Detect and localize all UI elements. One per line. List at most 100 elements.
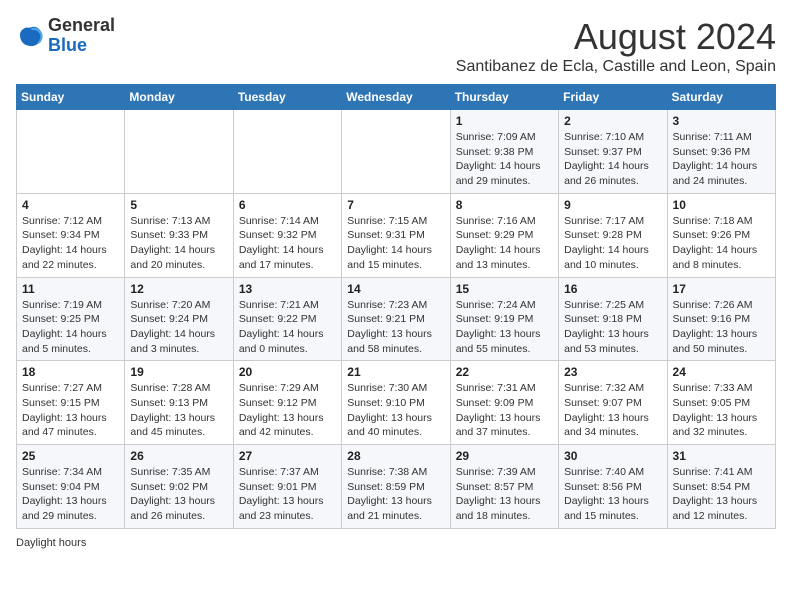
day-info: Sunrise: 7:17 AM Sunset: 9:28 PM Dayligh… (564, 214, 661, 273)
day-number: 15 (456, 282, 553, 296)
calendar-week-row: 18Sunrise: 7:27 AM Sunset: 9:15 PM Dayli… (17, 361, 776, 445)
logo-blue-text: Blue (48, 36, 115, 56)
calendar-week-row: 11 Sunrise: 7:19 AM Sunset: 9:25 PM Dayli… (17, 277, 776, 361)
day-number: 29 (456, 449, 553, 463)
day-number: 26 (130, 449, 227, 463)
day-number: 23 (564, 365, 661, 379)
calendar-cell (125, 110, 233, 194)
day-info: Sunrise: 7:23 AM Sunset: 9:21 PM Dayligh… (347, 298, 444, 357)
logo-general-text: General (48, 16, 115, 36)
day-info: Sunrise: 7:25 AM Sunset: 9:18 PM Dayligh… (564, 298, 661, 357)
calendar-cell: 27Sunrise: 7:37 AM Sunset: 9:01 PM Dayli… (233, 445, 341, 529)
day-info: Sunrise: 7:30 AM Sunset: 9:10 PM Dayligh… (347, 381, 444, 440)
calendar-cell: 22 Sunrise: 7:31 AM Sunset: 9:09 PM Dayli… (450, 361, 558, 445)
day-info: Sunrise: 7:26 AM Sunset: 9:16 PM Dayligh… (673, 298, 770, 357)
calendar-cell: 26 Sunrise: 7:35 AM Sunset: 9:02 PM Dayli… (125, 445, 233, 529)
day-info: Sunrise: 7:28 AM Sunset: 9:13 PM Dayligh… (130, 381, 227, 440)
day-of-week-header: Monday (125, 85, 233, 110)
day-info: Sunrise: 7:20 AM Sunset: 9:24 PM Dayligh… (130, 298, 227, 357)
day-number: 16 (564, 282, 661, 296)
calendar-cell: 5 Sunrise: 7:13 AM Sunset: 9:33 PM Daylig… (125, 193, 233, 277)
day-info: Sunrise: 7:19 AM Sunset: 9:25 PM Dayligh… (22, 298, 119, 357)
day-info: Sunrise: 7:37 AM Sunset: 9:01 PM Dayligh… (239, 465, 336, 524)
calendar-cell: 1 Sunrise: 7:09 AM Sunset: 9:38 PM Daylig… (450, 110, 558, 194)
calendar-cell: 24 Sunrise: 7:33 AM Sunset: 9:05 PM Dayli… (667, 361, 775, 445)
calendar-cell: 8Sunrise: 7:16 AM Sunset: 9:29 PM Daylig… (450, 193, 558, 277)
day-number: 7 (347, 198, 444, 212)
month-title: August 2024 (456, 16, 776, 58)
daylight-hours-label: Daylight hours (16, 537, 86, 549)
day-number: 17 (673, 282, 770, 296)
calendar-cell: 19 Sunrise: 7:28 AM Sunset: 9:13 PM Dayli… (125, 361, 233, 445)
day-info: Sunrise: 7:27 AM Sunset: 9:15 PM Dayligh… (22, 381, 119, 440)
calendar-cell: 7 Sunrise: 7:15 AM Sunset: 9:31 PM Daylig… (342, 193, 450, 277)
calendar-cell: 30Sunrise: 7:40 AM Sunset: 8:56 PM Dayli… (559, 445, 667, 529)
day-number: 21 (347, 365, 444, 379)
day-number: 9 (564, 198, 661, 212)
calendar-cell: 2 Sunrise: 7:10 AM Sunset: 9:37 PM Daylig… (559, 110, 667, 194)
calendar-week-row: 4Sunrise: 7:12 AM Sunset: 9:34 PM Daylig… (17, 193, 776, 277)
day-number: 14 (347, 282, 444, 296)
day-info: Sunrise: 7:21 AM Sunset: 9:22 PM Dayligh… (239, 298, 336, 357)
day-number: 24 (673, 365, 770, 379)
day-info: Sunrise: 7:12 AM Sunset: 9:34 PM Dayligh… (22, 214, 119, 273)
page-header: General Blue August 2024 Santibanez de E… (16, 16, 776, 76)
footer-note: Daylight hours (16, 537, 776, 549)
calendar-cell: 31Sunrise: 7:41 AM Sunset: 8:54 PM Dayli… (667, 445, 775, 529)
calendar-cell: 17 Sunrise: 7:26 AM Sunset: 9:16 PM Dayli… (667, 277, 775, 361)
day-info: Sunrise: 7:29 AM Sunset: 9:12 PM Dayligh… (239, 381, 336, 440)
day-number: 10 (673, 198, 770, 212)
day-info: Sunrise: 7:31 AM Sunset: 9:09 PM Dayligh… (456, 381, 553, 440)
logo: General Blue (16, 16, 115, 56)
calendar-cell: 20 Sunrise: 7:29 AM Sunset: 9:12 PM Dayli… (233, 361, 341, 445)
calendar-cell: 18Sunrise: 7:27 AM Sunset: 9:15 PM Dayli… (17, 361, 125, 445)
calendar-cell: 29Sunrise: 7:39 AM Sunset: 8:57 PM Dayli… (450, 445, 558, 529)
day-number: 19 (130, 365, 227, 379)
location-title: Santibanez de Ecla, Castille and Leon, S… (456, 58, 776, 76)
calendar-table: SundayMondayTuesdayWednesdayThursdayFrid… (16, 84, 776, 529)
day-info: Sunrise: 7:13 AM Sunset: 9:33 PM Dayligh… (130, 214, 227, 273)
day-number: 25 (22, 449, 119, 463)
calendar-cell (342, 110, 450, 194)
calendar-week-row: 1 Sunrise: 7:09 AM Sunset: 9:38 PM Daylig… (17, 110, 776, 194)
day-of-week-header: Tuesday (233, 85, 341, 110)
calendar-cell: 14 Sunrise: 7:23 AM Sunset: 9:21 PM Dayli… (342, 277, 450, 361)
day-number: 5 (130, 198, 227, 212)
calendar-cell: 13Sunrise: 7:21 AM Sunset: 9:22 PM Dayli… (233, 277, 341, 361)
calendar-cell: 6Sunrise: 7:14 AM Sunset: 9:32 PM Daylig… (233, 193, 341, 277)
day-number: 11 (22, 282, 119, 296)
day-number: 1 (456, 114, 553, 128)
day-of-week-header: Wednesday (342, 85, 450, 110)
day-info: Sunrise: 7:35 AM Sunset: 9:02 PM Dayligh… (130, 465, 227, 524)
day-number: 2 (564, 114, 661, 128)
header-row: SundayMondayTuesdayWednesdayThursdayFrid… (17, 85, 776, 110)
day-number: 31 (673, 449, 770, 463)
calendar-cell: 11 Sunrise: 7:19 AM Sunset: 9:25 PM Dayli… (17, 277, 125, 361)
day-number: 6 (239, 198, 336, 212)
day-info: Sunrise: 7:16 AM Sunset: 9:29 PM Dayligh… (456, 214, 553, 273)
day-number: 12 (130, 282, 227, 296)
day-info: Sunrise: 7:09 AM Sunset: 9:38 PM Dayligh… (456, 130, 553, 189)
calendar-cell: 4Sunrise: 7:12 AM Sunset: 9:34 PM Daylig… (17, 193, 125, 277)
day-info: Sunrise: 7:10 AM Sunset: 9:37 PM Dayligh… (564, 130, 661, 189)
calendar-cell: 28 Sunrise: 7:38 AM Sunset: 8:59 PM Dayli… (342, 445, 450, 529)
calendar-week-row: 25Sunrise: 7:34 AM Sunset: 9:04 PM Dayli… (17, 445, 776, 529)
day-info: Sunrise: 7:38 AM Sunset: 8:59 PM Dayligh… (347, 465, 444, 524)
calendar-cell: 3Sunrise: 7:11 AM Sunset: 9:36 PM Daylig… (667, 110, 775, 194)
calendar-cell: 25Sunrise: 7:34 AM Sunset: 9:04 PM Dayli… (17, 445, 125, 529)
logo-icon (16, 22, 44, 50)
day-number: 28 (347, 449, 444, 463)
day-info: Sunrise: 7:18 AM Sunset: 9:26 PM Dayligh… (673, 214, 770, 273)
title-block: August 2024 Santibanez de Ecla, Castille… (456, 16, 776, 76)
calendar-cell: 21 Sunrise: 7:30 AM Sunset: 9:10 PM Dayli… (342, 361, 450, 445)
day-number: 22 (456, 365, 553, 379)
day-number: 20 (239, 365, 336, 379)
day-info: Sunrise: 7:33 AM Sunset: 9:05 PM Dayligh… (673, 381, 770, 440)
day-number: 30 (564, 449, 661, 463)
calendar-cell: 16 Sunrise: 7:25 AM Sunset: 9:18 PM Dayli… (559, 277, 667, 361)
calendar-cell: 15Sunrise: 7:24 AM Sunset: 9:19 PM Dayli… (450, 277, 558, 361)
day-info: Sunrise: 7:32 AM Sunset: 9:07 PM Dayligh… (564, 381, 661, 440)
day-of-week-header: Sunday (17, 85, 125, 110)
calendar-cell (17, 110, 125, 194)
day-info: Sunrise: 7:15 AM Sunset: 9:31 PM Dayligh… (347, 214, 444, 273)
